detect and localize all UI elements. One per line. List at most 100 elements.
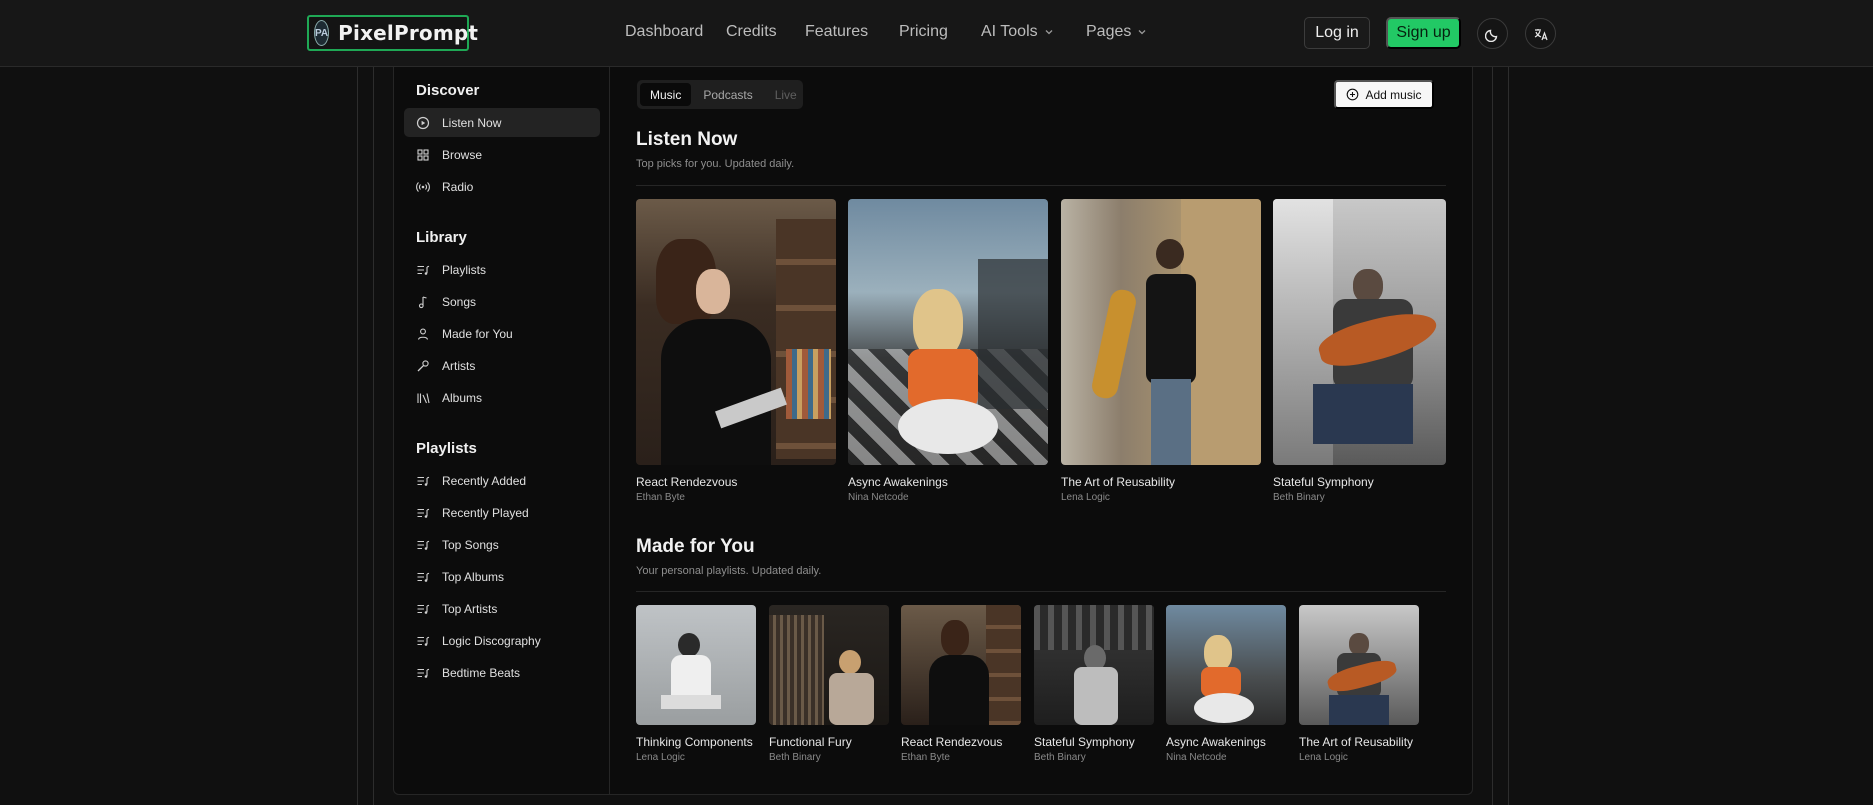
- listen-now-title: Listen Now: [636, 129, 738, 150]
- sidebar-item-recently-added[interactable]: Recently Added: [404, 466, 600, 495]
- microphone-icon: [416, 359, 430, 373]
- album-card[interactable]: Stateful Symphony Beth Binary: [1273, 199, 1446, 503]
- list-music-icon: [416, 474, 430, 488]
- playlist-card[interactable]: Thinking Components Lena Logic: [636, 605, 756, 763]
- chevron-down-icon: [1137, 27, 1147, 37]
- playlist-card[interactable]: Stateful Symphony Beth Binary: [1034, 605, 1154, 763]
- nav-pages[interactable]: Pages: [1086, 23, 1147, 41]
- language-button[interactable]: [1525, 18, 1556, 49]
- album-title: Async Awakenings: [848, 475, 948, 489]
- made-for-you-subtitle: Your personal playlists. Updated daily.: [636, 565, 822, 577]
- sidebar-item-logic-discography[interactable]: Logic Discography: [404, 626, 600, 655]
- nav-ai-tools-label: AI Tools: [981, 23, 1038, 40]
- sidebar-item-label: Songs: [442, 294, 477, 309]
- playlist-cover-image[interactable]: [769, 605, 889, 725]
- playlist-artist: Nina Netcode: [1166, 752, 1227, 763]
- nav-credits[interactable]: Credits: [726, 23, 777, 41]
- playlist-card[interactable]: The Art of Reusability Lena Logic: [1299, 605, 1419, 763]
- signup-button[interactable]: Sign up: [1386, 17, 1461, 49]
- tab-podcasts[interactable]: Podcasts: [693, 83, 762, 106]
- frame-line-right: [1508, 67, 1509, 805]
- nav-pricing[interactable]: Pricing: [899, 23, 948, 41]
- sidebar-item-albums[interactable]: Albums: [404, 383, 600, 412]
- listen-now-subtitle: Top picks for you. Updated daily.: [636, 158, 795, 170]
- album-artist: Beth Binary: [1273, 492, 1325, 503]
- translate-icon: [1533, 26, 1549, 42]
- playlist-cover-image[interactable]: [1299, 605, 1419, 725]
- sidebar-item-top-artists[interactable]: Top Artists: [404, 594, 600, 623]
- brand-name: PixelPrompt: [338, 21, 479, 45]
- playlist-title: Thinking Components: [636, 735, 753, 749]
- frame-line-left-inner: [373, 67, 374, 805]
- sidebar-item-top-songs[interactable]: Top Songs: [404, 530, 600, 559]
- playlist-cover-image[interactable]: [636, 605, 756, 725]
- playlist-title: The Art of Reusability: [1299, 735, 1414, 749]
- playlist-artist: Beth Binary: [769, 752, 821, 763]
- album-card[interactable]: Async Awakenings Nina Netcode: [848, 199, 1048, 503]
- album-cover-image[interactable]: [1061, 199, 1261, 465]
- list-music-icon: [416, 666, 430, 680]
- section-divider: [636, 185, 1446, 186]
- sidebar-item-made-for-you[interactable]: Made for You: [404, 319, 600, 348]
- album-cover-image[interactable]: [636, 199, 836, 465]
- nav-ai-tools[interactable]: AI Tools: [981, 23, 1054, 41]
- playlist-card[interactable]: Functional Fury Beth Binary: [769, 605, 889, 763]
- album-cover-image[interactable]: [1273, 199, 1446, 465]
- playlist-cover-image[interactable]: [901, 605, 1021, 725]
- sidebar-item-listen-now[interactable]: Listen Now: [404, 108, 600, 137]
- sidebar-item-label: Recently Played: [442, 505, 529, 520]
- sidebar-item-songs[interactable]: Songs: [404, 287, 600, 316]
- media-tabs: Music Podcasts Live: [637, 80, 803, 109]
- sidebar-item-label: Top Songs: [442, 537, 499, 552]
- playlist-title: Stateful Symphony: [1034, 735, 1135, 749]
- sidebar-item-label: Logic Discography: [442, 633, 541, 648]
- brand-logo[interactable]: PA PixelPrompt: [307, 15, 478, 51]
- frame-line-right-inner: [1492, 67, 1493, 805]
- nav-dashboard[interactable]: Dashboard: [625, 23, 703, 41]
- login-button[interactable]: Log in: [1304, 17, 1370, 49]
- sidebar-item-bedtime-beats[interactable]: Bedtime Beats: [404, 658, 600, 687]
- grid-icon: [416, 148, 430, 162]
- playlist-artist: Lena Logic: [636, 752, 685, 763]
- sidebar-item-radio[interactable]: Radio: [404, 172, 600, 201]
- tab-music[interactable]: Music: [640, 83, 692, 106]
- logo-badge-icon: PA: [314, 20, 330, 46]
- tab-live: Live: [774, 87, 797, 102]
- sidebar-item-label: Albums: [442, 390, 483, 405]
- add-music-button[interactable]: Add music: [1334, 80, 1434, 109]
- chevron-down-icon: [1044, 27, 1054, 37]
- user-icon: [416, 327, 430, 341]
- sidebar-item-label: Top Artists: [442, 601, 498, 616]
- playlist-cover-image[interactable]: [1166, 605, 1286, 725]
- list-music-icon: [416, 602, 430, 616]
- sidebar-item-label: Listen Now: [442, 115, 502, 130]
- album-title: The Art of Reusability: [1061, 475, 1176, 489]
- sidebar-item-label: Recently Added: [442, 473, 527, 488]
- list-music-icon: [416, 263, 430, 277]
- playlist-cover-image[interactable]: [1034, 605, 1154, 725]
- sidebar-item-label: Radio: [442, 179, 474, 194]
- play-circle-icon: [416, 116, 430, 130]
- playlist-title: Functional Fury: [769, 735, 852, 749]
- sidebar-item-label: Playlists: [442, 262, 487, 277]
- list-music-icon: [416, 538, 430, 552]
- album-card[interactable]: The Art of Reusability Lena Logic: [1061, 199, 1261, 503]
- sidebar-item-label: Artists: [442, 358, 476, 373]
- sidebar-item-recently-played[interactable]: Recently Played: [404, 498, 600, 527]
- sidebar-heading-discover: Discover: [416, 82, 480, 99]
- section-divider: [636, 591, 1446, 592]
- theme-toggle-button[interactable]: [1477, 18, 1508, 49]
- sidebar-item-browse[interactable]: Browse: [404, 140, 600, 169]
- playlist-card[interactable]: React Rendezvous Ethan Byte: [901, 605, 1021, 763]
- sidebar-heading-playlists: Playlists: [416, 440, 477, 457]
- album-artist: Nina Netcode: [848, 492, 909, 503]
- sidebar-item-top-albums[interactable]: Top Albums: [404, 562, 600, 591]
- album-cover-image[interactable]: [848, 199, 1048, 465]
- sidebar-item-artists[interactable]: Artists: [404, 351, 600, 380]
- nav-features[interactable]: Features: [805, 23, 868, 41]
- sidebar-item-playlists[interactable]: Playlists: [404, 255, 600, 284]
- album-card[interactable]: React Rendezvous Ethan Byte: [636, 199, 836, 503]
- playlist-card[interactable]: Async Awakenings Nina Netcode: [1166, 605, 1286, 763]
- list-music-icon: [416, 570, 430, 584]
- sidebar-item-label: Top Albums: [442, 569, 505, 584]
